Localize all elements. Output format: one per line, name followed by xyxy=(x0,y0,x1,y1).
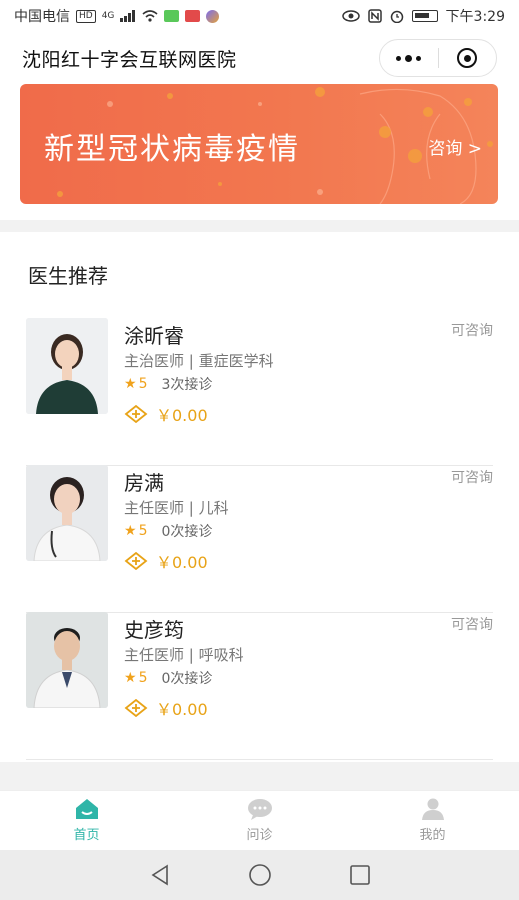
app-notification-icon xyxy=(185,10,201,22)
consult-status: 可咨询 xyxy=(451,617,493,633)
home-nav-icon[interactable] xyxy=(248,863,272,887)
tab-consult[interactable]: 问诊 xyxy=(173,791,346,850)
chat-icon xyxy=(247,799,272,820)
rating-value: 5 xyxy=(138,376,148,392)
star-icon: ★ xyxy=(124,523,137,539)
network-label: 4G xyxy=(101,11,115,21)
page-title: 沈阳红十字会互联网医院 xyxy=(22,48,237,71)
consult-fee-icon xyxy=(124,405,148,423)
doctor-name: 涂昕睿 xyxy=(124,324,184,348)
doctor-price: ￥0.00 xyxy=(124,696,208,720)
mini-program-titlebar: 沈阳红十字会互联网医院 xyxy=(0,32,519,84)
app-notification-icon xyxy=(164,10,180,22)
doctor-price: ￥0.00 xyxy=(124,549,208,573)
tab-mine[interactable]: 我的 xyxy=(346,791,519,850)
recents-icon[interactable] xyxy=(349,864,371,886)
doctor-avatar xyxy=(26,465,108,561)
clock-label: 下午3:29 xyxy=(445,9,505,25)
visit-count: 0次接诊 xyxy=(161,524,213,540)
doctor-card[interactable]: 涂昕睿 可咨询 主治医师 | 重症医学科 ★ 5 3次接诊 ￥0.00 xyxy=(26,318,493,466)
price-value: ￥0.00 xyxy=(156,553,208,572)
tab-label: 问诊 xyxy=(246,828,273,843)
doctor-card[interactable]: 史彦筠 可咨询 主任医师 | 呼吸科 ★ 5 0次接诊 ￥0.00 xyxy=(26,612,493,760)
status-bar: 中国电信 HD 4G 下午3:29 xyxy=(0,0,519,32)
banner-title: 新型冠状病毒疫情 xyxy=(44,132,300,167)
consult-fee-icon xyxy=(124,699,148,717)
back-icon[interactable] xyxy=(149,864,171,886)
star-icon: ★ xyxy=(124,376,137,392)
doctor-title-dept: 主任医师 | 儿科 xyxy=(124,499,229,517)
hd-badge: HD xyxy=(76,9,96,23)
visit-count: 3次接诊 xyxy=(161,377,213,393)
battery-icon xyxy=(411,10,438,22)
doctor-title-dept: 主任医师 | 呼吸科 xyxy=(124,646,244,664)
signal-icon xyxy=(120,10,136,22)
alarm-icon xyxy=(390,10,403,23)
visit-count: 0次接诊 xyxy=(161,671,213,687)
tab-home[interactable]: 首页 xyxy=(0,791,173,850)
rating-value: 5 xyxy=(138,523,148,539)
more-dots-icon xyxy=(396,54,422,62)
doctor-title-dept: 主治医师 | 重症医学科 xyxy=(124,352,274,370)
doctor-stats: ★ 5 0次接诊 xyxy=(124,521,212,541)
doctor-recommend-section: 医生推荐 涂昕睿 可咨询 主治医师 | 重症医学科 ★ 5 3次接诊 ￥0.00 xyxy=(0,232,519,762)
nfc-icon xyxy=(367,9,382,23)
section-title: 医生推荐 xyxy=(28,264,108,288)
carrier-label: 中国电信 xyxy=(14,9,70,25)
price-value: ￥0.00 xyxy=(156,700,208,719)
epidemic-banner[interactable]: 新型冠状病毒疫情 咨询 > xyxy=(20,84,498,204)
target-icon xyxy=(457,48,478,68)
tab-label: 首页 xyxy=(73,828,100,843)
app-notification-icon xyxy=(206,9,220,23)
doctor-name: 房满 xyxy=(124,471,164,495)
home-icon xyxy=(75,799,98,819)
doctor-stats: ★ 5 3次接诊 xyxy=(124,374,212,394)
doctor-price: ￥0.00 xyxy=(124,402,208,426)
doctor-stats: ★ 5 0次接诊 xyxy=(124,668,212,688)
doctor-avatar xyxy=(26,318,108,414)
system-nav-bar xyxy=(0,850,519,900)
bottom-tab-bar: 首页 问诊 我的 xyxy=(0,790,519,850)
consult-status: 可咨询 xyxy=(451,323,493,339)
price-value: ￥0.00 xyxy=(156,406,208,425)
rating-value: 5 xyxy=(138,670,148,686)
doctor-card[interactable]: 房满 可咨询 主任医师 | 儿科 ★ 5 0次接诊 ￥0.00 xyxy=(26,465,493,613)
consult-status: 可咨询 xyxy=(451,470,493,486)
doctor-name: 史彦筠 xyxy=(124,618,184,642)
user-icon xyxy=(421,798,444,820)
eye-icon xyxy=(341,10,360,22)
doctor-avatar xyxy=(26,612,108,708)
consult-fee-icon xyxy=(124,552,148,570)
capsule-menu xyxy=(379,39,497,77)
star-icon: ★ xyxy=(124,670,137,686)
banner-consult-link[interactable]: 咨询 > xyxy=(428,134,482,159)
more-button[interactable] xyxy=(380,40,438,76)
wifi-icon xyxy=(142,10,158,22)
tab-label: 我的 xyxy=(419,828,446,843)
close-mini-program-button[interactable] xyxy=(439,40,497,76)
